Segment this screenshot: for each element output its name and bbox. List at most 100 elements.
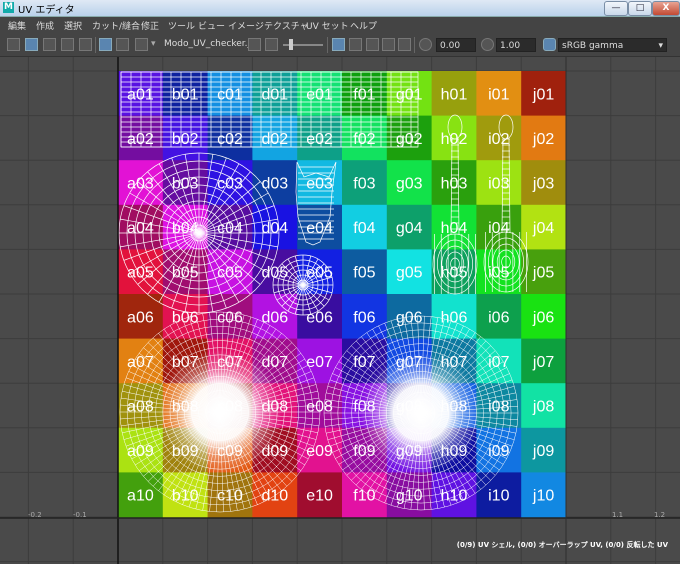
checker-label: c10: [217, 488, 243, 505]
checker-label: d01: [261, 86, 288, 103]
toolbar-separator: [327, 37, 328, 53]
uv-overlap-icon[interactable]: [398, 38, 411, 51]
shaded-uv-icon[interactable]: [79, 38, 92, 51]
image-range-icon[interactable]: [265, 38, 278, 51]
checker-label: i01: [488, 86, 509, 103]
checker-label: j01: [532, 86, 554, 103]
menu-select[interactable]: 選択: [64, 19, 82, 32]
texture-borders-icon[interactable]: [349, 38, 362, 51]
checker-label: f10: [353, 488, 375, 505]
checker-label: e02: [306, 131, 333, 148]
menu-create[interactable]: 作成: [36, 19, 54, 32]
ruler-label: -0.1: [73, 511, 87, 519]
checker-label: a10: [127, 488, 154, 505]
menu-texture[interactable]: テクスチャ: [264, 19, 309, 32]
checker-label: i10: [488, 488, 509, 505]
checker-label: b03: [172, 176, 199, 193]
color-management-icon[interactable]: [543, 38, 556, 51]
camera-icon[interactable]: [135, 38, 148, 51]
grid-icon[interactable]: [99, 38, 112, 51]
exposure-field[interactable]: 0.00: [436, 38, 476, 52]
checker-label: j07: [532, 354, 554, 371]
checker-label: d10: [261, 488, 288, 505]
checker-label: g02: [396, 131, 423, 148]
checker-label: e10: [306, 488, 333, 505]
checker-label: f01: [353, 86, 375, 103]
checker-label: e01: [306, 86, 333, 103]
gamma-icon[interactable]: [481, 38, 494, 51]
window-title: UV エディタ: [18, 5, 75, 16]
ruler-label: -0.2: [28, 511, 42, 519]
checker-label: i03: [488, 176, 509, 193]
color-space-select[interactable]: sRGB gamma ▾: [558, 38, 667, 52]
checker-label: h03: [441, 176, 468, 193]
checker-label: d06: [261, 309, 288, 326]
texture-sync-icon[interactable]: [248, 38, 261, 51]
checker-label: e03: [306, 176, 333, 193]
checker-label: g04: [396, 220, 423, 237]
minimize-button[interactable]: —: [604, 1, 628, 16]
menu-edit[interactable]: 編集: [8, 19, 26, 32]
status-text: (0/9) UV シェル, (0/0) オーバーラップ UV, (0/0) 反転…: [456, 541, 668, 549]
isolate-select-icon[interactable]: [332, 38, 345, 51]
toolbar-separator: [414, 37, 415, 53]
checker-label: e05: [306, 265, 333, 282]
edge-display-icon[interactable]: [366, 38, 379, 51]
checker-label: d02: [261, 131, 288, 148]
checker-label: h06: [441, 309, 468, 326]
menu-image[interactable]: イメージ: [228, 19, 264, 32]
checker-label: f03: [353, 176, 375, 193]
checker-label: g01: [396, 86, 423, 103]
checker-label: h10: [441, 488, 468, 505]
uv-dense-center: [360, 352, 482, 474]
checker-label: b01: [172, 86, 199, 103]
exposure-icon[interactable]: [419, 38, 432, 51]
menu-bar: 編集 作成 選択 カット/縫合 修正 ツール ビュー イメージ テクスチャ UV…: [0, 17, 680, 33]
checker-label: i06: [488, 309, 509, 326]
texture-name[interactable]: Modo_UV_checker.j: [164, 39, 250, 49]
checker-label: a05: [127, 265, 154, 282]
checker-label: c05: [217, 265, 243, 282]
checker-label: f06: [353, 309, 375, 326]
toolbar-separator: [95, 37, 96, 53]
ruler-label: 1.2: [654, 511, 666, 519]
maya-icon: M: [3, 2, 14, 13]
distortion-icon[interactable]: [382, 38, 395, 51]
ruler-label: 1.1: [612, 511, 624, 519]
checker-label: j09: [532, 443, 554, 460]
color-space-label: sRGB gamma: [562, 41, 624, 51]
uv-dense-center: [158, 350, 282, 474]
uv-viewport[interactable]: a01 b01 c01 d01 e01 f01 g01 h01 i01 j01 a02 b02 c02 d…: [0, 57, 680, 564]
dim-image-icon[interactable]: [43, 38, 56, 51]
checker-label: j05: [532, 265, 554, 282]
toolbar: ▾ Modo_UV_checker.j 0.00 1.00 sRGB gamma…: [0, 34, 680, 57]
maximize-button[interactable]: □: [628, 1, 652, 16]
checker-label: j02: [532, 131, 554, 148]
menu-uv-set[interactable]: UV セット: [306, 19, 349, 32]
checker-label: f04: [353, 220, 375, 237]
close-button[interactable]: X: [652, 1, 680, 16]
exposure-slider-handle[interactable]: [289, 39, 293, 50]
checker-label: j10: [532, 488, 554, 505]
uv-shell-disc-small: [272, 254, 334, 316]
checker-tile-icon[interactable]: [61, 38, 74, 51]
checker-label: j04: [532, 220, 554, 237]
uv-snapshot-icon[interactable]: [7, 38, 20, 51]
image-display-icon[interactable]: [25, 38, 38, 51]
gamma-field[interactable]: 1.00: [496, 38, 536, 52]
checker-label: e07: [306, 354, 333, 371]
chevron-down-icon[interactable]: ▾: [151, 39, 156, 49]
checker-label: j03: [532, 176, 554, 193]
chevron-down-icon: ▾: [658, 41, 663, 51]
uv-canvas[interactable]: a01 b01 c01 d01 e01 f01 g01 h01 i01 j01a02 b02 c02 d…: [0, 57, 680, 564]
checker-label: e04: [306, 220, 333, 237]
pixel-snap-icon[interactable]: [116, 38, 129, 51]
menu-modify[interactable]: 修正: [141, 19, 159, 32]
menu-help[interactable]: ヘルプ: [350, 19, 377, 32]
checker-label: e09: [306, 443, 333, 460]
menu-cut-sew[interactable]: カット/縫合: [92, 19, 140, 32]
checker-label: d03: [261, 176, 288, 193]
menu-tools[interactable]: ツール: [168, 19, 195, 32]
checker-label: j08: [532, 399, 554, 416]
menu-view[interactable]: ビュー: [198, 19, 225, 32]
